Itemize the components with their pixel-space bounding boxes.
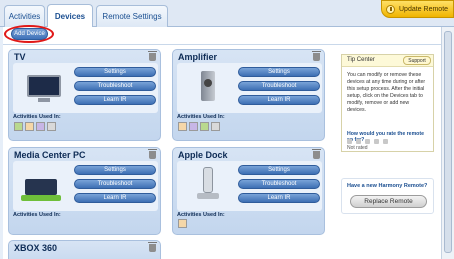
star-icon[interactable]	[365, 139, 370, 144]
settings-label: Settings	[268, 167, 290, 173]
learn-ir-label: Learn IR	[103, 97, 127, 103]
rating-status: Not rated	[347, 145, 368, 151]
media-center-icon	[25, 179, 57, 195]
settings-label: Settings	[268, 69, 290, 75]
scrollbar[interactable]	[441, 27, 454, 259]
device-title: TV	[14, 52, 26, 62]
troubleshoot-button[interactable]: Troubleshoot	[74, 179, 156, 189]
trash-icon[interactable]	[312, 149, 321, 159]
learn-ir-button[interactable]: Learn IR	[74, 193, 156, 203]
trash-icon[interactable]	[148, 149, 157, 159]
tab-activities[interactable]: Activities	[4, 5, 45, 27]
tab-activities-label: Activities	[8, 12, 41, 21]
device-card-xbox-360: XBOX 360	[8, 240, 161, 259]
activities-used-label: Activities Used In:	[13, 212, 61, 218]
device-card-media-center-pc: Media Center PC Settings Troubleshoot Le…	[8, 147, 161, 235]
trash-icon[interactable]	[148, 51, 157, 61]
tip-center-title: Tip Center	[347, 57, 375, 63]
device-card-amplifier: Amplifier Settings Troubleshoot Learn IR…	[172, 49, 325, 141]
tv-stand	[38, 98, 50, 102]
tip-text: You can modify or remove these devices a…	[347, 72, 426, 113]
activity-icons	[178, 122, 238, 134]
new-remote-question: Have a new Harmony Remote?	[347, 183, 428, 189]
gamepad-icon	[47, 122, 56, 131]
divider	[3, 44, 441, 45]
amplifier-icon	[201, 71, 215, 101]
settings-button[interactable]: Settings	[238, 165, 320, 175]
support-button[interactable]: Support	[403, 56, 431, 65]
scrollbar-thumb[interactable]	[444, 31, 452, 253]
device-panel: Settings Troubleshoot Learn IR	[13, 161, 158, 211]
settings-label: Settings	[104, 167, 126, 173]
troubleshoot-button[interactable]: Troubleshoot	[238, 179, 320, 189]
learn-ir-button[interactable]: Learn IR	[238, 193, 320, 203]
activities-used-label: Activities Used In:	[177, 114, 225, 120]
device-title: Amplifier	[178, 52, 218, 62]
replace-remote-label: Replace Remote	[364, 198, 413, 205]
device-panel: Settings Troubleshoot Learn IR	[177, 63, 322, 113]
settings-button[interactable]: Settings	[74, 67, 156, 77]
tip-center: Tip Center Support You can modify or rem…	[341, 54, 434, 152]
movie-icon	[36, 122, 45, 131]
troubleshoot-label: Troubleshoot	[97, 83, 133, 89]
device-title: Media Center PC	[14, 150, 86, 160]
star-icon[interactable]	[347, 139, 352, 144]
activity-icons	[178, 219, 198, 231]
update-icon	[386, 4, 395, 14]
update-remote-label: Update Remote	[399, 5, 449, 13]
learn-ir-label: Learn IR	[267, 195, 291, 201]
ipod-icon	[203, 167, 213, 193]
troubleshoot-label: Troubleshoot	[261, 83, 297, 89]
device-title: Apple Dock	[178, 150, 228, 160]
device-panel: Settings Troubleshoot Learn IR	[13, 63, 158, 113]
rating-stars[interactable]	[347, 139, 388, 144]
troubleshoot-label: Troubleshoot	[97, 181, 133, 187]
device-panel: Settings Troubleshoot Learn IR	[177, 161, 322, 211]
media-center-base	[21, 195, 61, 201]
tab-devices-label: Devices	[54, 11, 86, 21]
music-icon	[178, 122, 187, 131]
settings-button[interactable]: Settings	[74, 165, 156, 175]
trash-icon[interactable]	[312, 51, 321, 61]
dock-base	[197, 193, 219, 199]
tab-bar: Activities Devices Remote Settings Updat…	[0, 0, 454, 27]
device-title: XBOX 360	[14, 243, 58, 253]
tv-icon	[14, 122, 23, 131]
device-card-apple-dock: Apple Dock Settings Troubleshoot Learn I…	[172, 147, 325, 235]
highlight-ring	[4, 25, 54, 43]
add-device-row: Add Device	[3, 25, 441, 43]
settings-button[interactable]: Settings	[238, 67, 320, 77]
star-icon[interactable]	[374, 139, 379, 144]
new-remote-box: Have a new Harmony Remote? Replace Remot…	[341, 178, 434, 214]
support-label: Support	[408, 57, 426, 64]
learn-ir-label: Learn IR	[103, 195, 127, 201]
troubleshoot-button[interactable]: Troubleshoot	[238, 81, 320, 91]
tip-center-header: Tip Center Support	[342, 55, 433, 67]
learn-ir-label: Learn IR	[267, 97, 291, 103]
settings-label: Settings	[104, 69, 126, 75]
troubleshoot-button[interactable]: Troubleshoot	[74, 81, 156, 91]
trash-icon[interactable]	[148, 242, 157, 252]
activities-used-label: Activities Used In:	[13, 114, 61, 120]
update-remote-button[interactable]: Update Remote	[381, 0, 454, 18]
star-icon[interactable]	[356, 139, 361, 144]
tv-icon	[27, 75, 61, 97]
gamepad-icon	[211, 122, 220, 131]
music-icon	[178, 219, 187, 228]
movie-icon	[189, 122, 198, 131]
learn-ir-button[interactable]: Learn IR	[238, 95, 320, 105]
tab-devices[interactable]: Devices	[47, 4, 93, 27]
learn-ir-button[interactable]: Learn IR	[74, 95, 156, 105]
tv-icon	[200, 122, 209, 131]
star-icon[interactable]	[383, 139, 388, 144]
tab-remote-settings[interactable]: Remote Settings	[96, 5, 168, 27]
activity-icons	[14, 122, 74, 134]
tab-remote-settings-label: Remote Settings	[102, 12, 162, 21]
replace-remote-button[interactable]: Replace Remote	[350, 195, 427, 208]
devices-panel: Add Device TV Settings Troubleshoot Lear…	[3, 25, 441, 259]
device-card-tv: TV Settings Troubleshoot Learn IR Activi…	[8, 49, 161, 141]
activities-used-label: Activities Used In:	[177, 212, 225, 218]
music-icon	[25, 122, 34, 131]
troubleshoot-label: Troubleshoot	[261, 181, 297, 187]
